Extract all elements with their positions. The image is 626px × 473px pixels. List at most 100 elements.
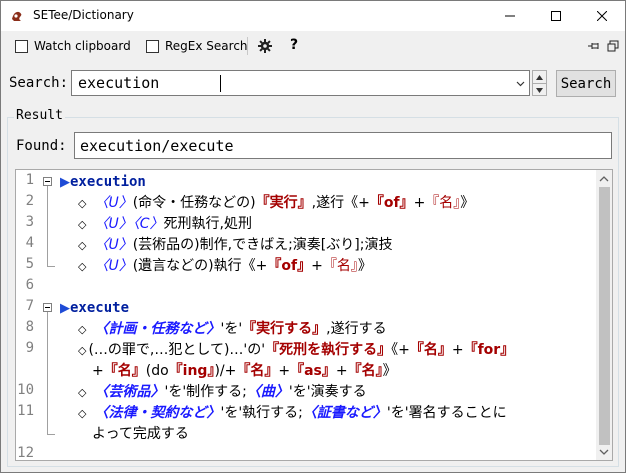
diamond-icon: ◇	[78, 323, 87, 336]
emphasis-text: 『名』	[425, 195, 461, 211]
history-spinner[interactable]	[532, 70, 547, 96]
definition-text: 'を'制作する;	[164, 384, 247, 400]
diamond-icon: ◇	[78, 260, 87, 273]
headword: execution	[70, 174, 146, 190]
definition-line: ◇ 〈法律・契約など〉'を'執行する;〈証書など〉'を'署名することに	[78, 403, 507, 424]
emphasis-text: 『for』	[463, 342, 515, 358]
definition-line: ◇ 〈芸術品〉'を'制作する;〈曲〉'を'演奏する	[78, 382, 367, 403]
grammar-mark: 〈U〉	[94, 258, 133, 274]
spinner-down[interactable]	[533, 83, 546, 96]
scroll-down-icon[interactable]	[599, 447, 609, 457]
gear-icon[interactable]	[258, 39, 272, 53]
regex-search-label: RegEx Search	[165, 39, 248, 53]
diamond-icon: ◇	[78, 197, 87, 210]
grammar-mark: 〈曲〉	[246, 384, 289, 400]
definition-text: 死刑執行,処刑	[163, 216, 252, 232]
definition-text: (do	[145, 363, 169, 379]
emphasis-text: 『of』	[267, 258, 312, 274]
spinner-up[interactable]	[533, 71, 546, 83]
definition-text: +	[311, 258, 323, 274]
definition-line: ◇ (…の罪で,…犯として)…'の'『死刑を執行する』《+『名』+『for』	[78, 340, 514, 361]
watch-clipboard-checkbox[interactable]: Watch clipboard	[15, 39, 131, 53]
grammar-mark: 〈芸術品〉	[94, 384, 165, 400]
maximize-icon	[551, 11, 561, 21]
triangle-right-icon: ▶	[60, 301, 70, 316]
definition-text: (遺言などの)執行《+	[132, 258, 268, 274]
headword: execute	[70, 300, 130, 316]
scroll-up-icon[interactable]	[599, 174, 609, 184]
scrollbar-thumb[interactable]	[599, 187, 610, 445]
definition-text: ,遂行する	[326, 321, 387, 337]
app-logo-icon	[12, 11, 22, 21]
search-label: Search:	[9, 75, 69, 91]
definition-text: +	[335, 363, 348, 379]
definition-text: +	[413, 195, 426, 211]
definition-line: ◇ 〈計画・任務など〉'を'『実行する』,遂行する	[78, 319, 387, 340]
definition-text: +	[278, 363, 291, 379]
triangle-up-icon	[536, 74, 543, 80]
headword-line: ▶execution	[60, 172, 146, 193]
grammar-mark: 〈U〉〈C〉	[94, 216, 164, 232]
diamond-icon: ◇	[78, 239, 87, 252]
emphasis-text: 『名』	[103, 363, 146, 379]
search-button[interactable]: Search	[556, 70, 616, 97]
result-text-area[interactable]: 1 2 3 4 5 6 7 8 9 10 11 12 ▶execution ◇ 〈…	[15, 169, 613, 461]
emphasis-text: 『死刑を執行する』	[265, 342, 392, 358]
found-input[interactable]	[80, 137, 600, 155]
definition-text: (命令・任務などの)	[132, 195, 256, 211]
headword-line: ▶execute	[60, 298, 129, 319]
definition-text: 'を'	[220, 321, 243, 337]
emphasis-text: 『名』	[236, 363, 279, 379]
title-bar[interactable]: SETee/Dictionary	[1, 1, 625, 31]
toolbar: Watch clipboard RegEx Search ?	[1, 32, 625, 60]
definition-line: ◇ 〈U〉〈C〉死刑執行,処刑	[78, 214, 252, 235]
search-combobox[interactable]	[71, 70, 530, 96]
search-input[interactable]	[78, 74, 508, 92]
grammar-mark: 〈証書など〉	[302, 405, 387, 421]
diamond-icon: ◇	[78, 344, 87, 357]
close-button[interactable]	[579, 1, 625, 31]
definition-text: 'を'署名することに	[386, 405, 507, 421]
help-button[interactable]: ?	[290, 37, 298, 53]
definition-text: 》	[382, 363, 397, 379]
definition-line: ◇ 〈U〉(命令・任務などの)『実行』,遂行《+『of』+『名』》	[78, 193, 474, 214]
regex-search-checkbox[interactable]: RegEx Search	[146, 39, 248, 53]
definition-text: 'を'演奏する	[288, 384, 367, 400]
grammar-mark: 〈計画・任務など〉	[94, 321, 221, 337]
triangle-right-icon: ▶	[60, 175, 70, 190]
minimize-icon	[505, 15, 515, 17]
definition-text: )/+	[214, 363, 237, 379]
definition-line: ◇ 〈U〉(遺言などの)執行《+『of』+『名』》	[78, 256, 372, 277]
found-field[interactable]	[74, 132, 612, 159]
vertical-scrollbar[interactable]	[596, 170, 612, 460]
restore-window-icon[interactable]	[607, 40, 619, 52]
text-caret	[220, 75, 221, 92]
window-title: SETee/Dictionary	[33, 8, 134, 22]
definition-text: (芸術品の)制作,できばえ;演奏[ぶり];演技	[132, 237, 393, 253]
minimize-button[interactable]	[487, 1, 533, 31]
app-window: SETee/Dictionary Watch clipboard RegEx S…	[0, 0, 626, 473]
emphasis-text: 『名』	[347, 363, 383, 379]
checkbox-box[interactable]	[146, 39, 159, 53]
grammar-mark: 〈U〉	[94, 195, 133, 211]
checkbox-box[interactable]	[15, 39, 28, 53]
emphasis-text: 『実行』	[255, 195, 312, 211]
close-icon	[597, 11, 607, 21]
result-content: ▶execution ◇ 〈U〉(命令・任務などの)『実行』,遂行《+『of』+『…	[16, 170, 596, 460]
emphasis-text: 『名』	[409, 342, 452, 358]
diamond-icon: ◇	[78, 407, 87, 420]
chevron-down-icon[interactable]	[516, 79, 525, 88]
watch-clipboard-label: Watch clipboard	[34, 39, 131, 53]
definition-line: ◇ 〈U〉(芸術品の)制作,できばえ;演奏[ぶり];演技	[78, 235, 392, 256]
diamond-icon: ◇	[78, 218, 87, 231]
maximize-button[interactable]	[533, 1, 579, 31]
pin-icon[interactable]	[587, 40, 601, 52]
triangle-down-icon	[536, 87, 543, 93]
definition-line: よって完成する	[92, 424, 189, 444]
definition-line: +『名』(do『ing』)/+『名』+『as』+『名』》	[92, 361, 397, 381]
toolbar-separator	[247, 37, 248, 55]
grammar-mark: 〈法律・契約など〉	[94, 405, 221, 421]
emphasis-text: 『実行する』	[242, 321, 327, 337]
emphasis-text: 『ing』	[168, 363, 215, 379]
emphasis-text: 『of』	[369, 195, 414, 211]
